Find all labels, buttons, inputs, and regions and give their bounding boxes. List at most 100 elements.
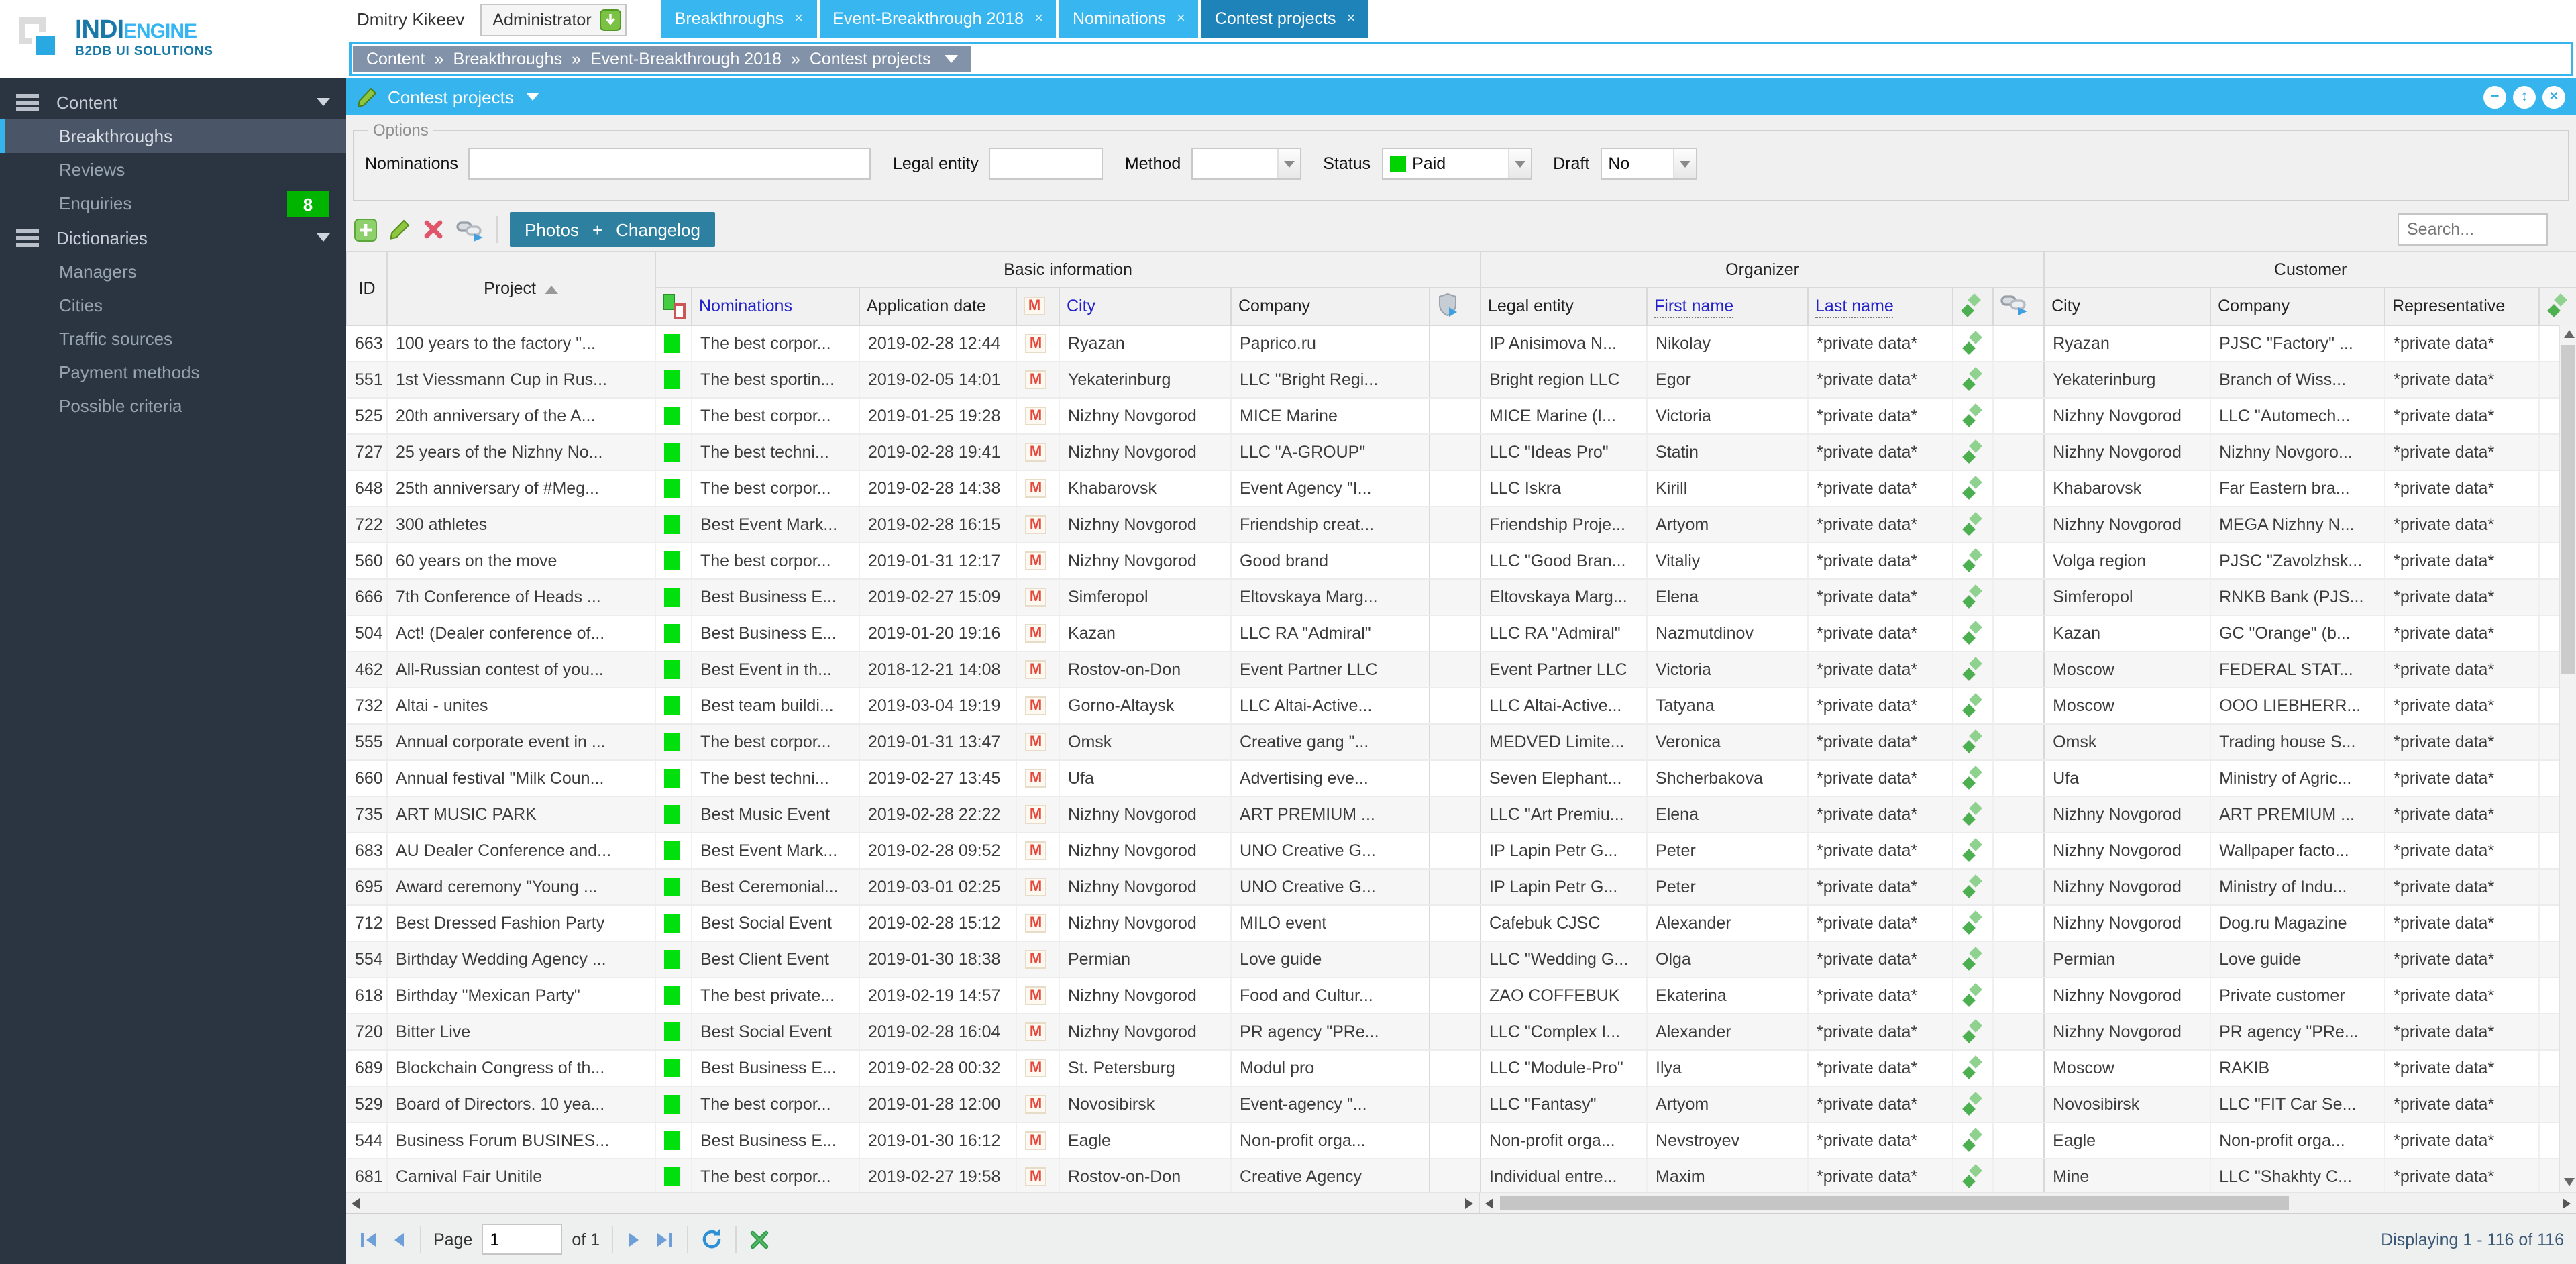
table-row[interactable]: 681 Carnival Fair Unitile The best corpor.… [347,1158,2576,1192]
gmail-icon[interactable]: M [1025,841,1046,860]
gmail-icon[interactable]: M [1025,804,1046,824]
add-button[interactable] [354,218,377,241]
column-header-company[interactable]: Company [1230,287,1430,325]
link-green-icon[interactable] [1962,874,1982,898]
chevron-down-icon[interactable] [317,98,330,106]
link-green-icon[interactable] [1962,330,1982,354]
method-filter-select[interactable] [1191,148,1302,180]
column-header-representative[interactable]: Representative [2384,287,2540,325]
role-selector[interactable]: Administrator [480,3,627,36]
link-green-icon[interactable] [1962,801,1982,825]
horizontal-scroll-thumb[interactable] [1500,1196,2290,1210]
gmail-icon[interactable]: M [1025,660,1046,679]
table-row[interactable]: 555 Annual corporate event in ... The best… [347,723,2576,760]
table-row[interactable]: 551 1st Viessmann Cup in Rus... The best s… [347,361,2576,398]
gmail-icon[interactable]: M [1025,515,1046,534]
table-row[interactable]: 722 300 athletes Best Event Mark... 2019-02… [347,506,2576,543]
sidebar-item-reviews[interactable]: Reviews [0,153,346,187]
gmail-icon[interactable]: M [1025,478,1046,498]
legal-entity-filter-input[interactable] [989,148,1104,180]
gmail-icon[interactable]: M [1025,986,1046,1005]
gmail-icon[interactable]: M [1025,623,1046,643]
link-green-icon[interactable] [1962,729,1982,753]
last-page-button[interactable] [653,1230,675,1249]
right-horizontal-scrollbar[interactable] [1480,1193,2576,1213]
sidebar-item-content[interactable]: Content [0,85,346,119]
table-row[interactable]: 666 7th Conference of Heads ... Best Busin… [347,578,2576,615]
table-row[interactable]: 462 All-Russian contest of you... Best Eve… [347,651,2576,688]
changelog-button[interactable]: Changelog [616,219,700,240]
link-green-icon[interactable] [1962,1055,1982,1079]
scroll-right-icon[interactable] [2557,1193,2576,1213]
vertical-scrollbar[interactable] [2559,325,2576,1192]
table-row[interactable]: 660 Annual festival "Milk Coun... The best… [347,759,2576,796]
link-green-icon[interactable] [1962,511,1982,535]
column-header-customer-company[interactable]: Company [2210,287,2386,325]
table-row[interactable]: 560 60 years on the move The best corpor..… [347,542,2576,579]
vertical-scroll-thumb[interactable] [2561,345,2575,674]
refresh-button[interactable] [700,1228,723,1251]
gmail-icon[interactable]: M [1025,1058,1046,1077]
export-excel-button[interactable] [749,1228,770,1250]
tab-breakthroughs[interactable]: Breakthroughs × [661,0,817,38]
table-row[interactable]: 648 25th anniversary of #Meg... The best c… [347,470,2576,507]
link-green-icon[interactable] [1962,439,1982,463]
sidebar-item-payment-methods[interactable]: Payment methods [0,356,346,389]
sidebar-item-breakthroughs[interactable]: Breakthroughs [0,119,346,153]
page-number-input[interactable] [482,1224,563,1255]
edit-button[interactable] [389,219,411,240]
gmail-icon[interactable]: M [1025,333,1046,353]
sidebar-item-dictionaries[interactable]: Dictionaries [0,220,346,255]
table-row[interactable]: 727 25 years of the Nizhny No... The best … [347,433,2576,470]
copy-link-button[interactable] [456,218,484,241]
link-green-icon[interactable] [1962,584,1982,608]
column-header-organizer-link[interactable] [1952,287,1994,325]
column-header-city[interactable]: City [1059,287,1232,325]
link-green-icon[interactable] [1962,982,1982,1006]
link-green-icon[interactable] [1962,837,1982,861]
gmail-icon[interactable]: M [1025,768,1046,788]
gmail-icon[interactable]: M [1025,949,1046,969]
table-row[interactable]: 712 Best Dressed Fashion Party Best Social… [347,904,2576,941]
column-header-first-name[interactable]: First name [1646,287,1809,325]
sidebar-item-enquiries[interactable]: Enquiries 8 [0,187,346,220]
delete-button[interactable] [423,219,444,240]
nominations-filter-input[interactable] [468,148,871,180]
column-header-last-name[interactable]: Last name [1807,287,1954,325]
link-green-icon[interactable] [1962,656,1982,680]
column-header-customer-link[interactable] [2538,287,2576,325]
scroll-left-icon[interactable] [346,1193,365,1213]
column-header-organizer-chain[interactable] [1992,287,2045,325]
column-header-shield[interactable] [1428,287,1482,325]
table-row[interactable]: 618 Birthday "Mexican Party" The best priv… [347,977,2576,1014]
column-header-paid-status[interactable] [655,287,692,325]
collapse-button[interactable]: − [2483,85,2506,108]
link-green-icon[interactable] [1962,1091,1982,1115]
resize-button[interactable]: ↕ [2513,85,2536,108]
gmail-icon[interactable]: M [1025,551,1046,570]
scroll-right-icon[interactable] [1460,1193,1479,1213]
column-header-id[interactable]: ID [346,252,388,325]
table-row[interactable]: 504 Act! (Dealer conference of... Best Bus… [347,615,2576,651]
gmail-icon[interactable]: M [1025,1022,1046,1041]
column-header-nominations[interactable]: Nominations [691,287,860,325]
table-row[interactable]: 544 Business Forum BUSINES... Best Busines… [347,1122,2576,1159]
scroll-down-icon[interactable] [2560,1173,2576,1192]
link-green-icon[interactable] [1962,1127,1982,1151]
tab-event-breakthrough-2018[interactable]: Event-Breakthrough 2018 × [819,0,1057,38]
table-row[interactable]: 695 Award ceremony "Young ... Best Ceremon… [347,868,2576,905]
table-row[interactable]: 663 100 years to the factory "... The best… [347,325,2576,362]
sidebar-item-managers[interactable]: Managers [0,255,346,288]
search-input[interactable] [2398,213,2548,246]
link-green-icon[interactable] [1962,910,1982,934]
tab-close-icon[interactable]: × [1177,11,1185,27]
tab-close-icon[interactable]: × [794,11,803,27]
column-header-project[interactable]: Project [386,252,656,325]
panel-dropdown-icon[interactable] [525,93,539,101]
link-green-icon[interactable] [1962,403,1982,427]
table-row[interactable]: 683 AU Dealer Conference and... Best Event… [347,832,2576,869]
sidebar-item-traffic-sources[interactable]: Traffic sources [0,322,346,356]
plus-button[interactable]: + [592,219,602,240]
table-row[interactable]: 529 Board of Directors. 10 yea... The best… [347,1086,2576,1122]
first-page-button[interactable] [358,1230,380,1249]
